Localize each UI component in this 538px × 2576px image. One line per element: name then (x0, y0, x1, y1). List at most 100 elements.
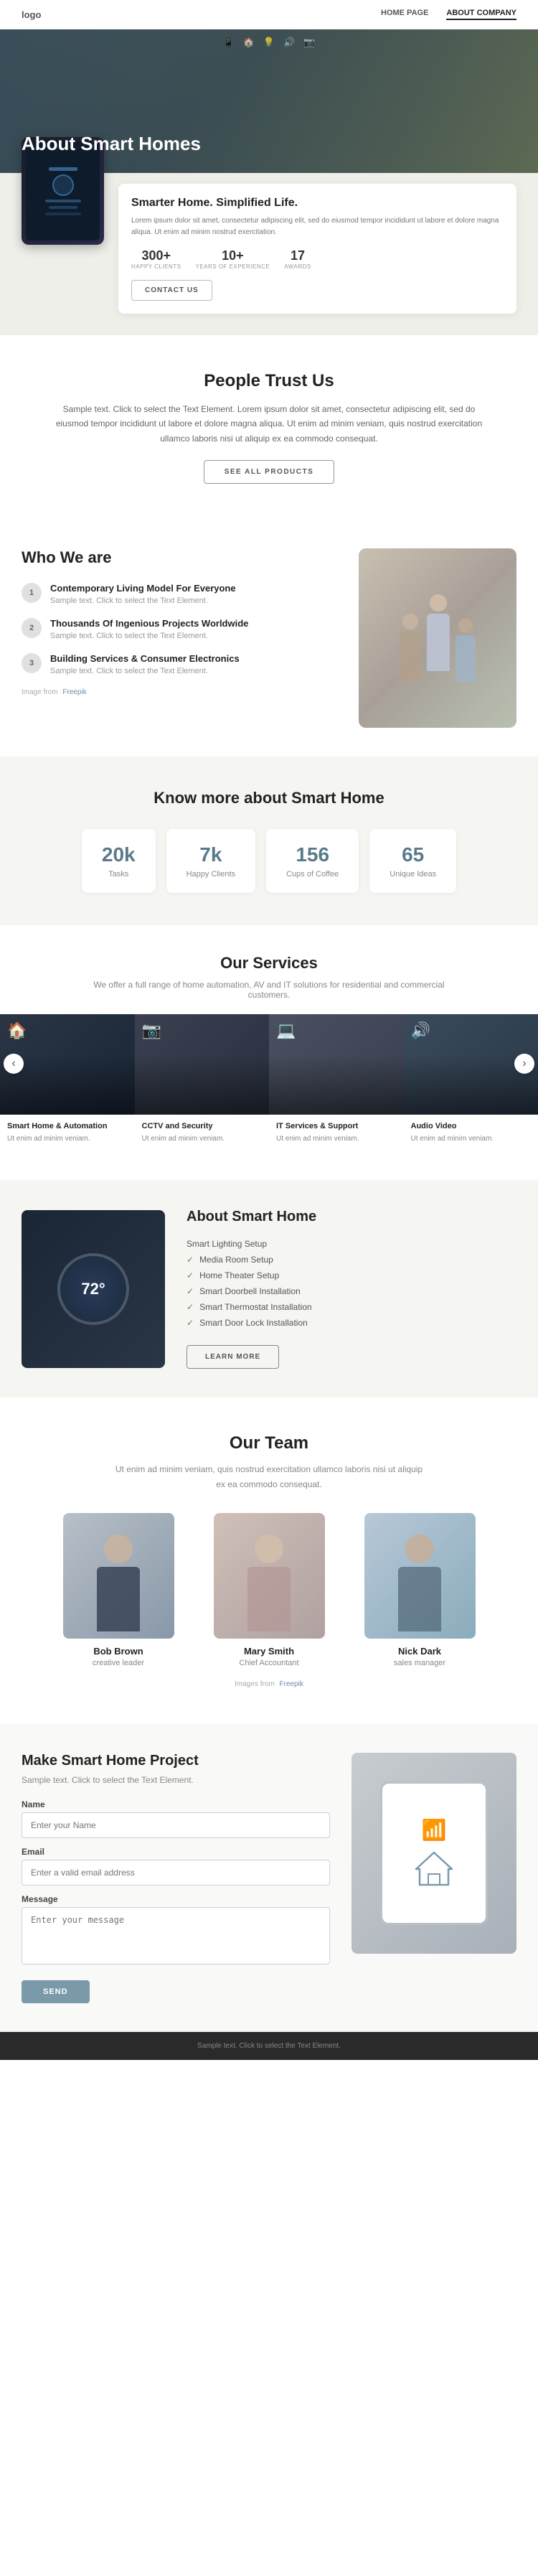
input-message[interactable] (22, 1907, 330, 1964)
who-section: Who We are 1 Contemporary Living Model F… (0, 520, 538, 757)
who-num-2: 2 (22, 618, 42, 638)
service-name-3: IT Services & Support (276, 1122, 397, 1130)
service-desc-1: Ut enim ad minim veniam. (7, 1133, 128, 1144)
service-item-4: 🔊 Audio Video Ut enim ad minim veniam. (404, 1014, 538, 1151)
stat-awards-num: 17 (284, 248, 311, 263)
stat-clients-label: HAPPY CLIENTS (131, 263, 181, 270)
stat-ideas-card: 65 Unique Ideas (369, 829, 456, 893)
wifi-icon: 📶 (422, 1818, 447, 1842)
footer-text: Sample text. Click to select the Text El… (22, 2042, 516, 2050)
services-title: Our Services (22, 954, 516, 973)
hero-section: 📱 🏠 💡 🔊 📷 About Smart Homes (0, 29, 538, 173)
check-icon-4: ✓ (187, 1286, 194, 1296)
feature-1: Smart Lighting Setup (187, 1236, 516, 1252)
team-photo-3 (364, 1513, 476, 1639)
team-role-2: Chief Accountant (201, 1659, 337, 1667)
input-name[interactable] (22, 1812, 330, 1838)
about-sh-title: About Smart Home (187, 1209, 516, 1225)
stat-exp-label: YEARS OF EXPERIENCE (195, 263, 270, 270)
team-photo-2 (214, 1513, 325, 1639)
slider-next-button[interactable]: › (514, 1054, 534, 1074)
house-svg (412, 1849, 456, 1888)
service-icon-1: 🏠 (7, 1021, 27, 1040)
check-icon-3: ✓ (187, 1270, 194, 1280)
team-role-1: creative leader (50, 1659, 187, 1667)
contact-title: Make Smart Home Project (22, 1753, 330, 1769)
freepik-link[interactable]: Freepik (62, 688, 86, 696)
team-name-2: Mary Smith (201, 1646, 337, 1657)
check-icon-6: ✓ (187, 1318, 194, 1328)
contact-image: 📶 (351, 1753, 516, 1954)
logo: logo (22, 9, 41, 20)
form-group-message: Message (22, 1894, 330, 1968)
who-item-3-text: Sample text. Click to select the Text El… (50, 667, 240, 675)
who-item-3-title: Building Services & Consumer Electronics (50, 653, 240, 664)
stat-tasks-label: Tasks (102, 870, 136, 879)
stat-coffee-num: 156 (286, 843, 339, 866)
stat-exp-num: 10+ (195, 248, 270, 263)
nav-links: HOME PAGE ABOUT COMPANY (381, 9, 516, 20)
trust-title: People Trust Us (22, 371, 516, 391)
team-row: Bob Brown creative leader Mary Smith Chi… (22, 1513, 516, 1667)
input-email[interactable] (22, 1860, 330, 1886)
label-name: Name (22, 1799, 330, 1809)
hero-stats-row: 300+ HAPPY CLIENTS 10+ YEARS OF EXPERIEN… (131, 248, 504, 270)
contact-section: Make Smart Home Project Sample text. Cli… (0, 1724, 538, 2032)
about-sh-section: 72° About Smart Home Smart Lighting Setu… (0, 1180, 538, 1397)
form-group-name: Name (22, 1799, 330, 1838)
team-section: Our Team Ut enim ad minim veniam, quis n… (0, 1397, 538, 1724)
stat-awards-label: AWARDS (284, 263, 311, 270)
feature-3: ✓Home Theater Setup (187, 1268, 516, 1283)
feature-6: ✓Smart Door Lock Installation (187, 1315, 516, 1331)
hero-icon-phone: 📱 (223, 37, 235, 48)
label-email: Email (22, 1847, 330, 1857)
team-freepik-link[interactable]: Freepik (280, 1680, 303, 1688)
tablet-frame: 📶 (380, 1781, 488, 1925)
check-icon-5: ✓ (187, 1302, 194, 1312)
who-item-2-text: Sample text. Click to select the Text El… (50, 632, 248, 640)
who-num-3: 3 (22, 653, 42, 673)
service-item-1: 🏠 Smart Home & Automation Ut enim ad min… (0, 1014, 135, 1151)
thermostat-value: 72° (81, 1280, 105, 1298)
stat-ideas-label: Unique Ideas (390, 870, 436, 879)
stat-coffee-card: 156 Cups of Coffee (266, 829, 359, 893)
stats-banner: Know more about Smart Home 20k Tasks 7k … (0, 757, 538, 925)
stat-happy-label: Happy Clients (187, 870, 235, 879)
who-item-1: 1 Contemporary Living Model For Everyone… (22, 583, 337, 605)
see-all-products-button[interactable]: SEE ALL PRODUCTS (204, 460, 335, 484)
service-desc-3: Ut enim ad minim veniam. (276, 1133, 397, 1144)
who-item-2-title: Thousands Of Ingenious Projects Worldwid… (50, 618, 248, 629)
team-name-3: Nick Dark (351, 1646, 488, 1657)
who-num-1: 1 (22, 583, 42, 603)
team-subtitle: Ut enim ad minim veniam, quis nostrud ex… (111, 1462, 427, 1491)
slider-prev-button[interactable]: ‹ (4, 1054, 24, 1074)
contact-us-button[interactable]: CONTACT US (131, 280, 212, 301)
hero-card-desc: Lorem ipsum dolor sit amet, consectetur … (131, 215, 504, 238)
hero-icon-speaker: 🔊 (283, 37, 295, 48)
form-group-email: Email (22, 1847, 330, 1886)
trust-text: Sample text. Click to select the Text El… (47, 402, 491, 446)
team-member-2: Mary Smith Chief Accountant (201, 1513, 337, 1667)
nav-about[interactable]: ABOUT COMPANY (446, 9, 516, 20)
hero-icon-light: 💡 (263, 37, 275, 48)
send-button[interactable]: SEND (22, 1980, 90, 2003)
services-subtitle: We offer a full range of home automation… (90, 980, 448, 1000)
service-icon-4: 🔊 (411, 1021, 430, 1040)
nav-home[interactable]: HOME PAGE (381, 9, 428, 20)
service-icon-2: 📷 (142, 1021, 161, 1040)
learn-more-button[interactable]: LEARN MORE (187, 1345, 279, 1369)
stat-tasks-num: 20k (102, 843, 136, 866)
footer: Sample text. Click to select the Text El… (0, 2032, 538, 2060)
team-freepik-note: Images from Freepik (22, 1680, 516, 1688)
contact-form-area: Make Smart Home Project Sample text. Cli… (22, 1753, 330, 2003)
who-title: Who We are (22, 548, 337, 567)
hero-icon-camera: 📷 (303, 37, 315, 48)
stat-experience: 10+ YEARS OF EXPERIENCE (195, 248, 270, 270)
team-member-1: Bob Brown creative leader (50, 1513, 187, 1667)
feature-4: ✓Smart Doorbell Installation (187, 1283, 516, 1299)
label-message: Message (22, 1894, 330, 1904)
team-title: Our Team (22, 1433, 516, 1453)
about-sh-image: 72° (22, 1210, 165, 1368)
service-name-2: CCTV and Security (142, 1122, 263, 1130)
hero-card-tagline: Smarter Home. Simplified Life. (131, 197, 504, 210)
